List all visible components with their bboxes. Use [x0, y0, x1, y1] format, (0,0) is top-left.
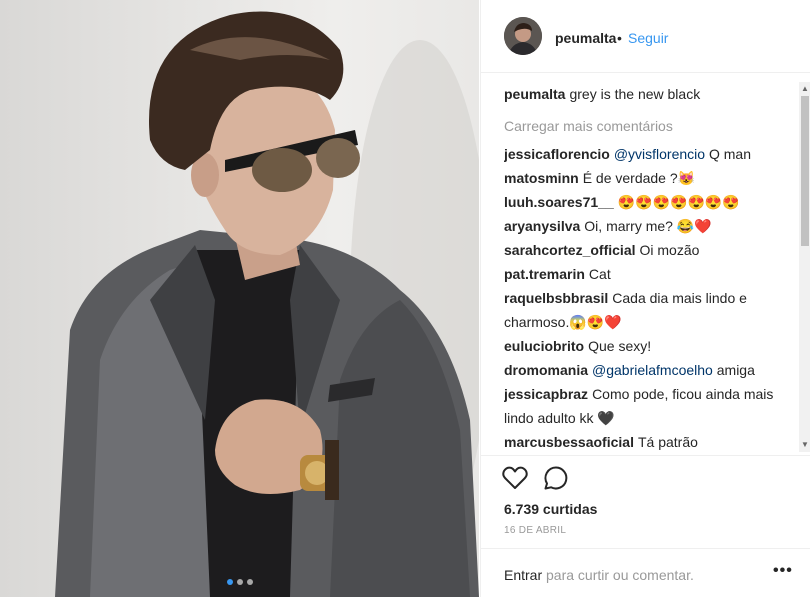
carousel-indicator	[0, 579, 479, 585]
avatar[interactable]	[504, 17, 542, 55]
comment-text: 😍😍😍😍😍😍😍	[617, 194, 740, 210]
username-link[interactable]: peumalta	[555, 30, 616, 46]
add-comment-bar: Entrar para curtir ou comentar. •••	[481, 548, 810, 598]
comment-username[interactable]: aryanysilva	[504, 218, 580, 234]
comment-rows: jessicaflorencio @yvisflorencio Q man mato…	[504, 142, 788, 454]
login-prompt: Entrar para curtir ou comentar.	[504, 567, 694, 583]
carousel-dot[interactable]	[226, 579, 233, 585]
header-separator: •	[617, 30, 622, 46]
post-header: peumalta • Seguir	[481, 0, 810, 73]
comment-text: Tá patrão	[637, 434, 698, 450]
post-actions: 6.739 curtidas 16 DE ABRIL	[481, 455, 810, 548]
post-photo-illustration	[55, 11, 479, 597]
login-link[interactable]: Entrar	[504, 567, 542, 583]
follow-button[interactable]: Seguir	[628, 30, 668, 46]
comment-username[interactable]: jessicaflorencio	[504, 146, 610, 162]
comment-row: sarahcortez_official Oi mozão	[504, 238, 788, 262]
scroll-down-arrow-icon[interactable]: ▼	[799, 438, 810, 452]
comments-scrollbar[interactable]: ▲ ▼	[799, 82, 810, 452]
comment-mention-link[interactable]: @gabrielafmcoelho	[592, 362, 713, 378]
comment-text: É de verdade ?😻	[582, 170, 696, 186]
comment-text: Oi mozão	[639, 242, 700, 258]
likes-count[interactable]: 6.739 curtidas	[504, 501, 597, 517]
comment-mention-link[interactable]: @yvisflorencio	[614, 146, 705, 162]
comment-username[interactable]: raquelbsbbrasil	[504, 290, 608, 306]
comment-username[interactable]: marcusbessaoficial	[504, 434, 634, 450]
comment-username[interactable]: jessicapbraz	[504, 386, 588, 402]
caption-text: grey is the new black	[569, 86, 701, 102]
carousel-dot[interactable]	[236, 579, 243, 585]
load-more-comments-button[interactable]: Carregar mais comentários	[504, 114, 788, 142]
scrollbar-thumb[interactable]	[801, 96, 809, 246]
heart-icon[interactable]	[501, 464, 529, 492]
comment-text: Cat	[588, 266, 611, 282]
comment-text: amiga	[712, 362, 755, 378]
post-sidebar: peumalta • Seguir peumalta grey is the ne…	[480, 0, 810, 597]
comment-username[interactable]: sarahcortez_official	[504, 242, 636, 258]
comment-row: luuh.soares71__ 😍😍😍😍😍😍😍	[504, 190, 788, 214]
comment-username[interactable]: dromomania	[504, 362, 588, 378]
comment-row: pat.tremarin Cat	[504, 262, 788, 286]
comment-row: jessicapbraz Como pode, ficou ainda mais …	[504, 382, 788, 430]
carousel-dot[interactable]	[246, 579, 253, 585]
post-date: 16 DE ABRIL	[504, 525, 567, 536]
avatar-image	[504, 17, 542, 55]
scroll-up-arrow-icon[interactable]: ▲	[799, 82, 810, 96]
comment-row: aryanysilva Oi, marry me? 😂❤️	[504, 214, 788, 238]
post-photo[interactable]	[0, 0, 479, 597]
comment-row: raquelbsbbrasil Cada dia mais lindo e cha…	[504, 286, 788, 334]
caption-username[interactable]: peumalta	[504, 86, 565, 102]
login-prompt-text: para curtir ou comentar.	[542, 567, 694, 583]
comment-text: Q man	[705, 146, 751, 162]
comment-row: jessicaflorencio @yvisflorencio Q man	[504, 142, 788, 166]
comment-username[interactable]: luuh.soares71__	[504, 194, 614, 210]
post-caption: peumalta grey is the new black	[504, 82, 788, 114]
comment-row: marcusbessaoficial Tá patrão	[504, 430, 788, 454]
comment-bubble-icon[interactable]	[542, 464, 570, 492]
instagram-post: peumalta • Seguir peumalta grey is the ne…	[0, 0, 810, 597]
comment-text: Que sexy!	[588, 338, 652, 354]
comment-row: euluciobrito Que sexy!	[504, 334, 788, 358]
comment-row: matosminn É de verdade ?😻	[504, 166, 788, 190]
comments-list[interactable]: peumalta grey is the new black Carregar m…	[504, 82, 788, 454]
comment-row: dromomania @gabrielafmcoelho amiga	[504, 358, 788, 382]
comment-username[interactable]: pat.tremarin	[504, 266, 585, 282]
comment-text: Oi, marry me? 😂❤️	[584, 218, 712, 234]
more-options-icon[interactable]: •••	[773, 562, 793, 580]
comment-username[interactable]: matosminn	[504, 170, 579, 186]
comment-username[interactable]: euluciobrito	[504, 338, 584, 354]
